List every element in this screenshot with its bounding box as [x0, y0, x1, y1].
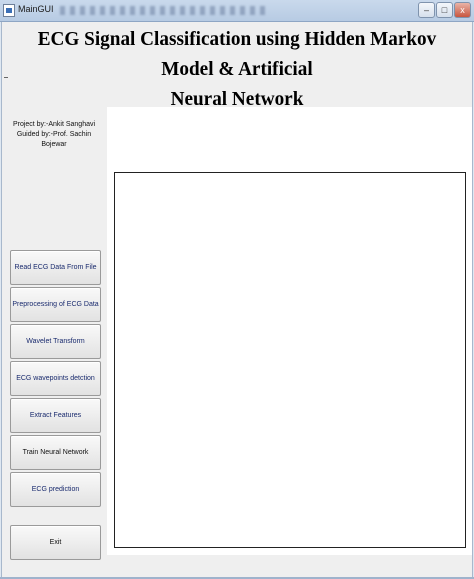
page-title-line-1: ECG Signal Classification using Hidden M… — [37, 28, 437, 80]
minimize-button[interactable]: – — [418, 2, 435, 18]
credits: Project by:-Ankit Sanghavi Guided by:-Pr… — [4, 120, 104, 150]
window-title: MainGUI — [18, 4, 54, 14]
read-ecg-data-button[interactable]: Read ECG Data From File — [10, 250, 101, 285]
exit-button[interactable]: Exit — [10, 525, 101, 560]
train-neural-network-button[interactable]: Train Neural Network — [10, 435, 101, 470]
extract-features-button[interactable]: Extract Features — [10, 398, 101, 433]
project-by-text: Project by:-Ankit Sanghavi — [12, 121, 96, 128]
guided-by-text: Guided by:-Prof. Sachin Bojewar — [16, 131, 92, 148]
left-marker — [4, 77, 8, 78]
preprocessing-button[interactable]: Preprocessing of ECG Data — [10, 287, 101, 322]
page-title: ECG Signal Classification using Hidden M… — [17, 24, 457, 114]
ecg-prediction-button[interactable]: ECG prediction — [10, 472, 101, 507]
title-bar: MainGUI – □ x — [0, 0, 474, 22]
maximize-button[interactable]: □ — [436, 2, 453, 18]
wavelet-transform-button[interactable]: Wavelet Transform — [10, 324, 101, 359]
app-icon — [3, 4, 15, 17]
wavepoints-detection-button[interactable]: ECG wavepoints detction — [10, 361, 101, 396]
close-button[interactable]: x — [454, 2, 471, 18]
plot-axes — [114, 172, 466, 548]
blurred-title-text — [60, 6, 270, 15]
